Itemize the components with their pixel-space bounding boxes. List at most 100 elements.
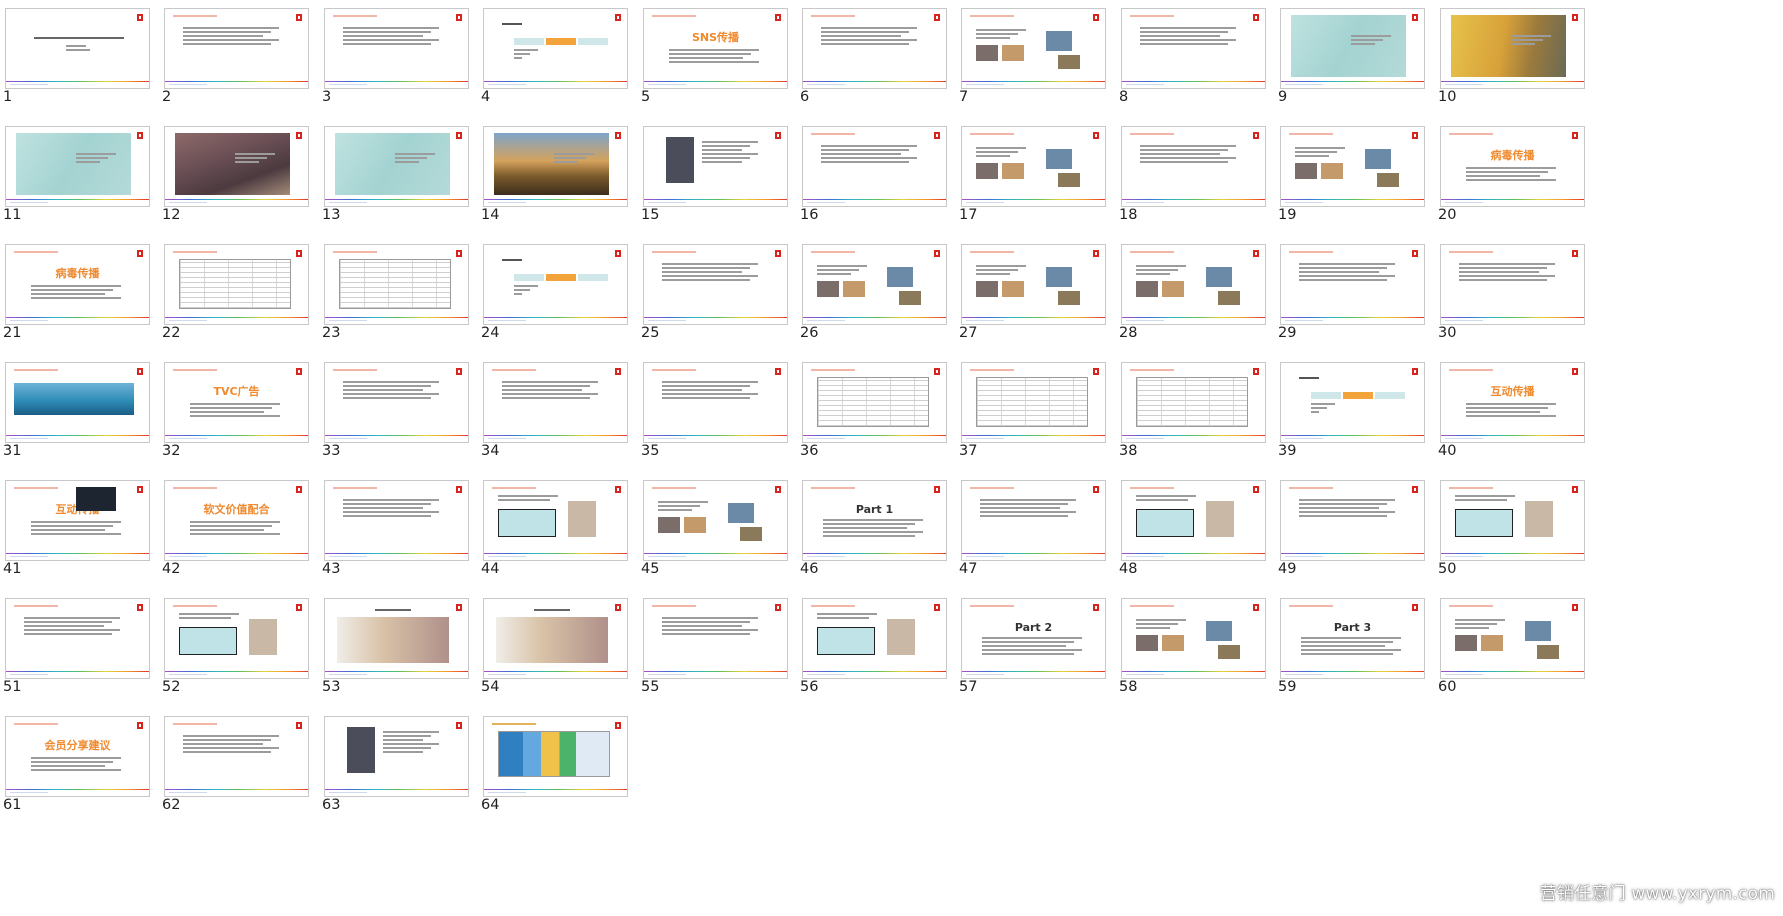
slide-thumbnail[interactable]: 软文价值配合 xyxy=(164,480,309,561)
footer-text xyxy=(1445,83,1483,85)
slide-image xyxy=(1206,501,1234,537)
slide-number: 7 xyxy=(959,89,969,105)
slide-title: 病毒传播 xyxy=(55,267,100,280)
slide-thumbnail[interactable]: Part 3 xyxy=(1280,598,1425,679)
slide-thumbnail[interactable] xyxy=(1121,8,1266,89)
slide-table xyxy=(339,259,451,309)
slide-number: 51 xyxy=(3,679,22,695)
slide-image xyxy=(1162,635,1184,651)
slide-thumbnail[interactable]: 病毒传播 xyxy=(1440,126,1585,207)
brand-logo-icon xyxy=(775,250,781,257)
slide-thumbnail[interactable] xyxy=(324,480,469,561)
slide-thumbnail[interactable] xyxy=(802,8,947,89)
text-line xyxy=(1136,269,1178,271)
slide-thumbnail[interactable] xyxy=(5,126,150,207)
slide-title: 病毒传播 xyxy=(1490,149,1535,162)
text-line xyxy=(1301,645,1385,647)
slide-thumbnail[interactable] xyxy=(643,598,788,679)
slide-thumbnail[interactable] xyxy=(1280,480,1425,561)
slide-thumbnail[interactable] xyxy=(643,126,788,207)
slide-thumbnail[interactable] xyxy=(1440,598,1585,679)
slide-thumbnail[interactable] xyxy=(483,716,628,797)
slide-thumbnail[interactable]: Part 2 xyxy=(961,598,1106,679)
slide-image xyxy=(1046,149,1072,169)
slide-number: 55 xyxy=(641,679,660,695)
slide-thumbnail[interactable] xyxy=(1121,598,1266,679)
slide-thumbnail[interactable]: Part 1 xyxy=(802,480,947,561)
slide-thumbnail[interactable] xyxy=(802,598,947,679)
footer-text xyxy=(169,437,207,439)
slide-thumbnail[interactable] xyxy=(5,598,150,679)
slide-thumbnail[interactable] xyxy=(802,126,947,207)
slide-thumbnail[interactable] xyxy=(483,480,628,561)
slide-thumbnail[interactable] xyxy=(1121,126,1266,207)
footer-color-stripe xyxy=(803,552,946,554)
slide-box xyxy=(817,627,875,655)
slide-thumbnail[interactable] xyxy=(961,244,1106,325)
slide-thumbnail[interactable]: 会员分享建议 xyxy=(5,716,150,797)
brand-logo-icon xyxy=(137,250,143,257)
slide-thumbnail[interactable]: 互动传播 xyxy=(5,480,150,561)
brand-logo-icon xyxy=(615,486,621,493)
slide-thumbnail[interactable] xyxy=(1280,126,1425,207)
slide-thumbnail[interactable] xyxy=(5,362,150,443)
slide-thumbnail[interactable] xyxy=(1440,480,1585,561)
slide-thumbnail[interactable] xyxy=(164,8,309,89)
slide-number: 19 xyxy=(1278,207,1297,223)
text-line xyxy=(976,273,1010,275)
slide-thumbnail[interactable] xyxy=(324,244,469,325)
slide-thumbnail[interactable] xyxy=(1280,244,1425,325)
footer-text xyxy=(329,319,367,321)
text-line xyxy=(1299,271,1379,273)
slide-thumbnail[interactable] xyxy=(483,126,628,207)
slide-thumbnail[interactable] xyxy=(1121,480,1266,561)
slide-thumbnail[interactable] xyxy=(5,8,150,89)
footer-text xyxy=(10,673,48,675)
slide-thumbnail[interactable]: 病毒传播 xyxy=(5,244,150,325)
slide-thumbnail[interactable] xyxy=(1121,244,1266,325)
slide-thumbnail[interactable] xyxy=(961,126,1106,207)
slide-thumbnail[interactable] xyxy=(164,598,309,679)
text-line xyxy=(1295,147,1345,149)
slide-thumbnail[interactable] xyxy=(164,716,309,797)
slide-thumbnail[interactable] xyxy=(164,244,309,325)
slide-thumbnail[interactable] xyxy=(961,362,1106,443)
slide-thumbnail[interactable] xyxy=(1440,244,1585,325)
brand-logo-icon xyxy=(1253,604,1259,611)
slide-thumbnail[interactable] xyxy=(324,126,469,207)
text-line xyxy=(1511,35,1551,37)
slide-thumbnail[interactable] xyxy=(324,8,469,89)
slide-cell: 49 xyxy=(1275,472,1435,592)
slide-thumbnail[interactable] xyxy=(483,362,628,443)
slide-thumbnail[interactable] xyxy=(483,8,628,89)
text-line xyxy=(190,525,272,527)
brand-logo-icon xyxy=(1253,250,1259,257)
slide-thumbnail[interactable] xyxy=(324,362,469,443)
slide-thumbnail[interactable]: 互动传播 xyxy=(1440,362,1585,443)
slide-thumbnail[interactable] xyxy=(324,598,469,679)
slide-thumbnail[interactable] xyxy=(1280,362,1425,443)
slide-thumbnail[interactable] xyxy=(483,598,628,679)
slide-thumbnail[interactable]: SNS传播 xyxy=(643,8,788,89)
text-line xyxy=(821,161,909,163)
slide-thumbnail[interactable] xyxy=(802,244,947,325)
slide-thumbnail[interactable] xyxy=(643,244,788,325)
slide-thumbnail[interactable] xyxy=(1440,8,1585,89)
slide-thumbnail[interactable] xyxy=(961,8,1106,89)
slide-cell: 18 xyxy=(1116,118,1276,238)
text-line xyxy=(1136,273,1170,275)
slide-thumbnail[interactable] xyxy=(483,244,628,325)
slide-cell: 25 xyxy=(638,236,798,356)
text-line xyxy=(658,509,692,511)
slide-thumbnail[interactable] xyxy=(961,480,1106,561)
slide-thumbnail[interactable]: TVC广告 xyxy=(164,362,309,443)
slide-thumbnail[interactable] xyxy=(802,362,947,443)
slide-thumbnail[interactable] xyxy=(324,716,469,797)
slide-sorter-grid: 1 2 3 4 SNS传播 5 6 7 8 9 10 11 12 13 14 15 16 17 18 19 病毒传播 20… xyxy=(0,0,1783,916)
text-line xyxy=(662,621,750,623)
slide-thumbnail[interactable] xyxy=(164,126,309,207)
slide-thumbnail[interactable] xyxy=(643,362,788,443)
slide-thumbnail[interactable] xyxy=(1121,362,1266,443)
slide-thumbnail[interactable] xyxy=(643,480,788,561)
slide-thumbnail[interactable] xyxy=(1280,8,1425,89)
